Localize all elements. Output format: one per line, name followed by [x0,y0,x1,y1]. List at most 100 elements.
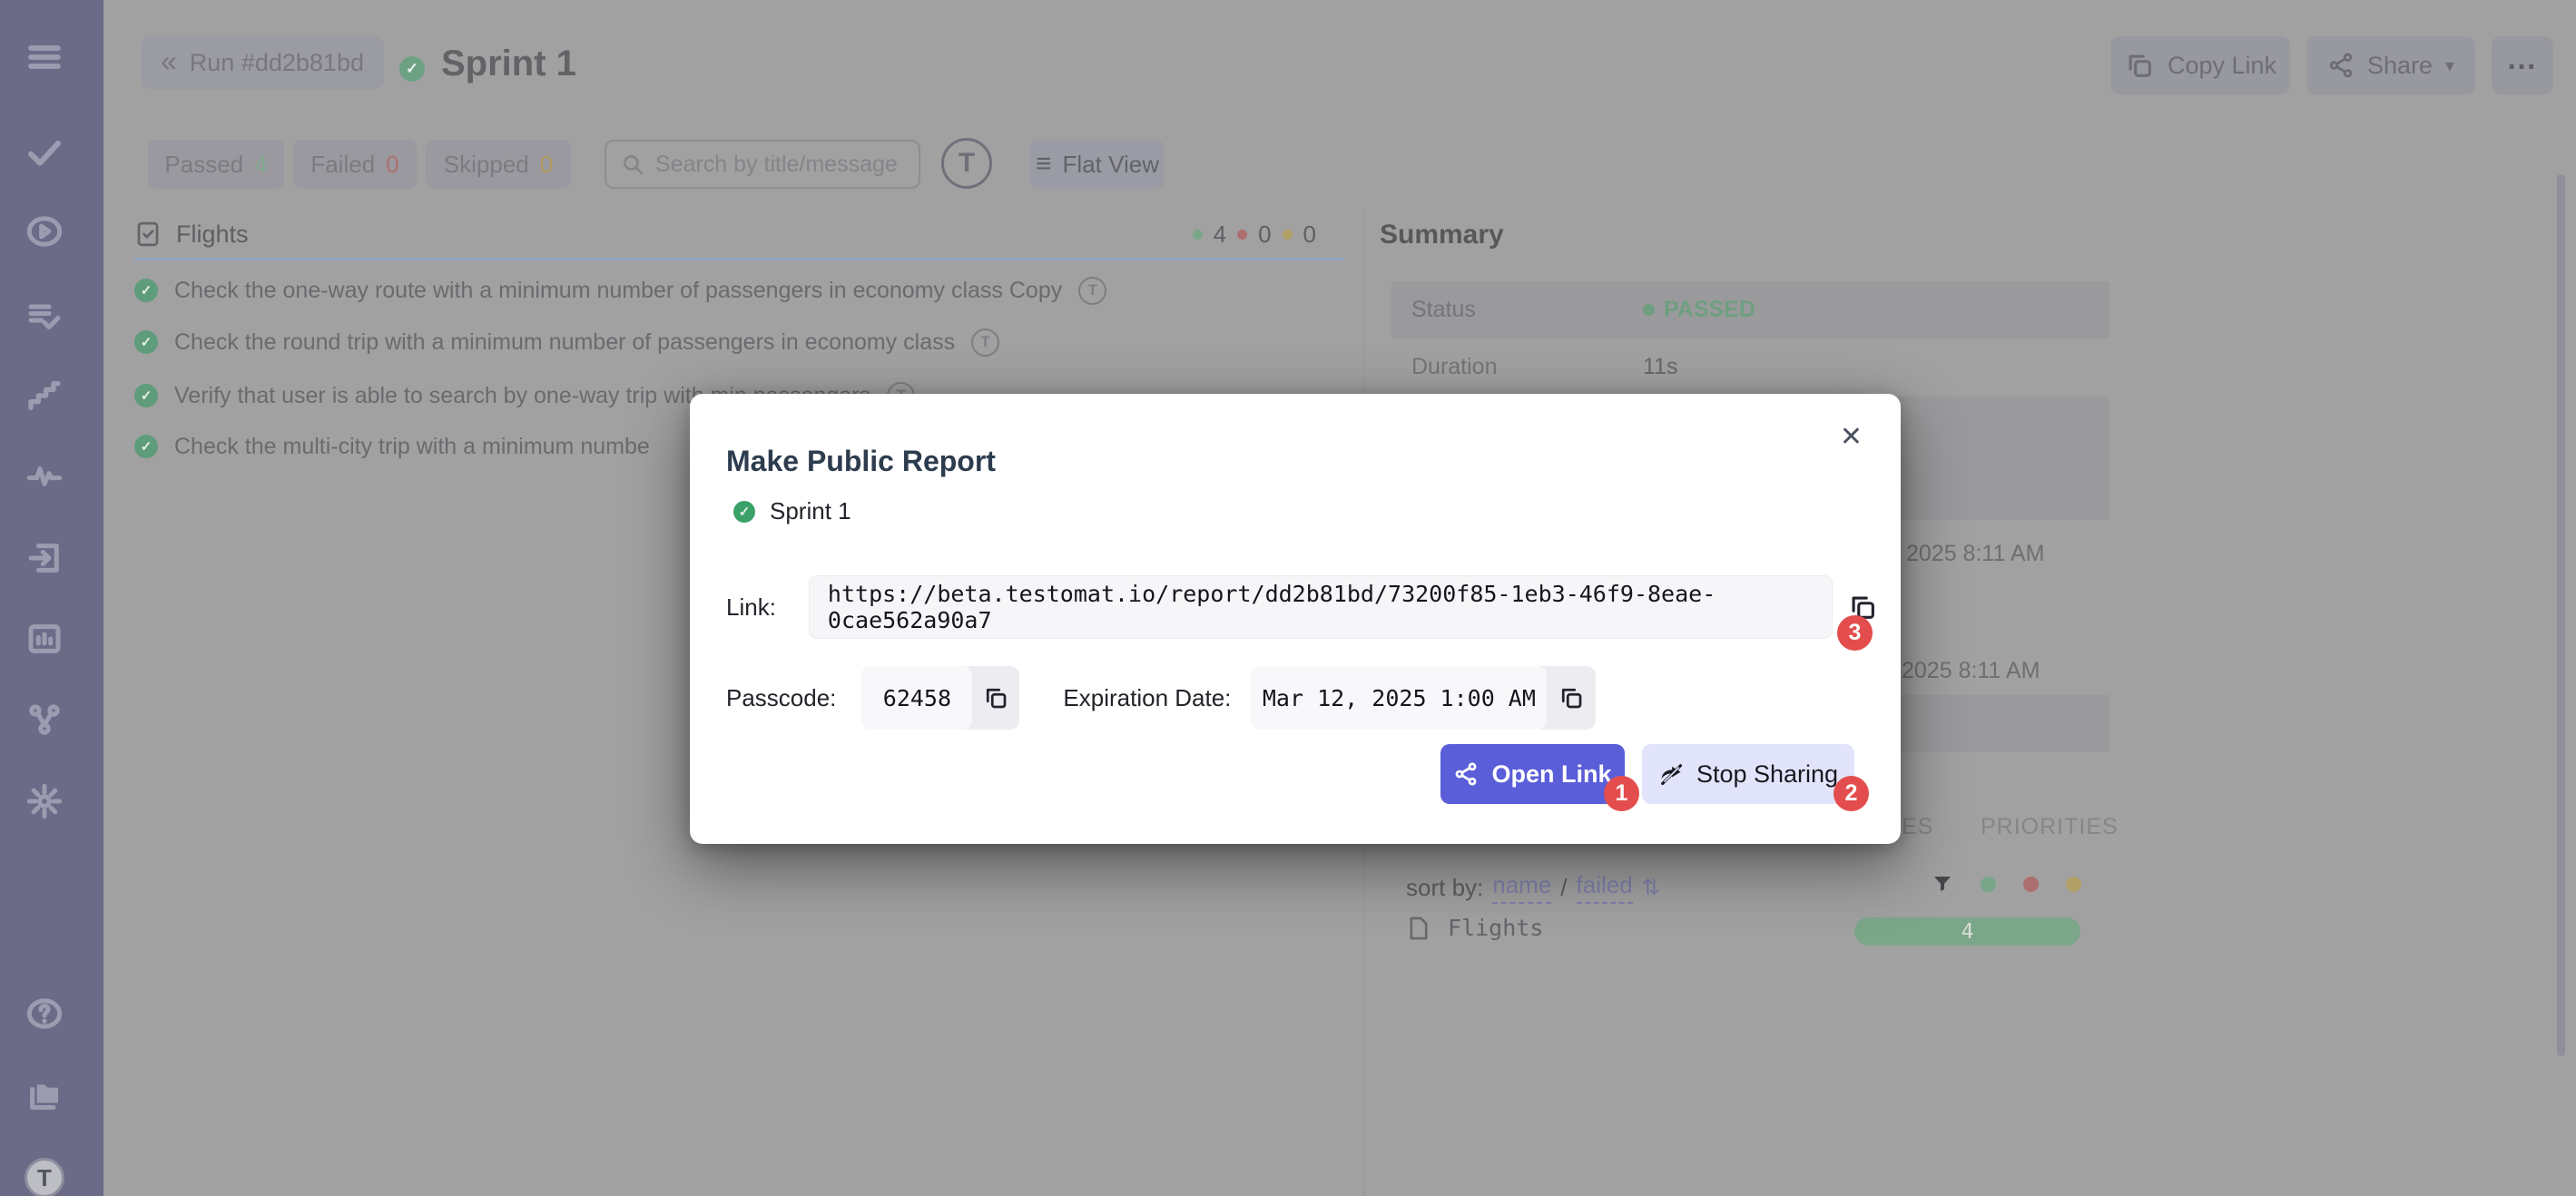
sort-separator: / [1560,874,1567,902]
analytics-suite-row[interactable]: Flights [1406,915,1543,941]
test-plans-icon[interactable] [25,296,64,336]
modal-run-name: Sprint 1 [770,497,851,525]
analytics-chart-icon[interactable] [25,619,64,659]
flat-view-button[interactable]: ≡ Flat View [1030,140,1165,189]
passcode-row: Passcode: 62458 Expiration Date: Mar 12,… [726,666,1596,730]
summary-label: Duration [1411,354,1643,380]
run-passed-check-icon: ✓ [733,501,755,523]
copy-link-button[interactable]: Copy Link [2110,36,2290,94]
search-icon [621,152,644,176]
status-dot-icon [1643,304,1655,316]
copy-icon [982,684,1009,711]
stop-sharing-button[interactable]: Stop Sharing 2 [1642,744,1854,804]
summary-title: Summary [1380,220,1504,250]
failed-dot-icon [1237,230,1247,240]
tests-check-icon[interactable] [25,132,64,172]
runs-play-icon[interactable] [25,211,64,251]
copy-expiration-button[interactable] [1547,684,1596,711]
tutorial-badge-1: 1 [1604,776,1639,811]
legend-passed-dot-icon[interactable] [1981,877,1996,892]
projects-folder-icon[interactable] [25,1075,64,1115]
modal-buttons-row: Open Link 1 Stop Sharing 2 [690,744,1901,804]
open-link-button[interactable]: Open Link 1 [1440,744,1625,804]
more-actions-button[interactable]: … [2492,36,2553,94]
copy-passcode-button[interactable] [972,684,1019,711]
filter-skipped-chip[interactable]: Skipped 0 [426,140,571,189]
close-icon[interactable]: ✕ [1840,421,1863,453]
legend-failed-dot-icon[interactable] [2023,877,2039,892]
tab-priorities[interactable]: PRIORITIES [1981,814,2119,840]
link-row: Link: https://beta.testomat.io/report/dd… [726,575,1878,639]
testomat-logo-icon[interactable]: T [25,1158,64,1196]
testomat-run-icon[interactable]: T [1078,277,1106,305]
sort-direction-icon[interactable]: ⇅ [1642,875,1660,901]
test-row[interactable]: ✓ Check the round trip with a minimum nu… [134,321,1296,363]
passed-label: Passed [164,151,243,179]
legend-skipped-dot-icon[interactable] [2066,877,2081,892]
test-passed-check-icon: ✓ [134,435,158,458]
branch-icon[interactable] [25,700,64,740]
copy-icon [2124,50,2155,81]
search-input[interactable] [655,152,900,178]
back-to-run-button[interactable]: « Run #dd2b81bd [141,36,384,89]
filter-funnel-icon[interactable] [1932,873,1953,895]
link-label: Link: [726,593,776,622]
test-row[interactable]: ✓ Check the one-way route with a minimum… [134,270,1296,311]
suite-row-flights[interactable]: Flights 4 0 0 [134,214,1345,254]
page-title: Sprint 1 [441,44,576,84]
suite-divider [134,258,1344,260]
filter-failed-chip[interactable]: Failed 0 [293,140,417,189]
sort-by-name-link[interactable]: name [1492,871,1551,904]
share-off-icon [1658,761,1684,787]
menu-icon[interactable] [25,37,64,77]
sort-by-failed-link[interactable]: failed [1577,871,1633,904]
caret-down-icon: ▾ [2445,54,2454,77]
tab-partial[interactable]: ES [1902,814,1933,840]
ellipsis-icon: … [2506,42,2539,77]
skipped-label: Skipped [444,151,529,179]
import-icon[interactable] [25,538,64,578]
share-nodes-icon [1453,761,1479,787]
copy-link-label: Copy Link [2168,52,2276,80]
scrollbar-thumb[interactable] [2557,174,2565,1056]
make-public-report-modal: ✕ Make Public Report ✓ Sprint 1 Link: ht… [690,394,1901,844]
analytics-suite-name: Flights [1448,915,1543,941]
run-passed-check-icon: ✓ [399,56,425,82]
pulse-activity-icon[interactable] [25,456,64,496]
passcode-value[interactable]: 62458 [861,666,972,730]
duration-value: 11s [1643,354,1677,380]
tutorial-badge-2: 2 [1834,776,1869,811]
test-title: Check the one-way route with a minimum n… [174,278,1062,304]
stop-sharing-label: Stop Sharing [1696,760,1838,789]
skipped-count: 0 [540,151,553,179]
test-title: Check the multi-city trip with a minimum… [174,434,650,460]
ai-testomat-toggle-icon[interactable]: T [941,138,992,189]
test-passed-check-icon: ✓ [134,384,158,407]
share-button[interactable]: Share ▾ [2306,36,2475,94]
test-title: Check the round trip with a minimum numb… [174,329,955,356]
help-icon[interactable] [25,994,64,1034]
flat-view-label: Flat View [1063,151,1159,179]
expiration-value[interactable]: Mar 12, 2025 1:00 AM [1251,666,1547,730]
copy-icon [1558,684,1585,711]
list-lines-icon: ≡ [1036,149,1052,180]
share-nodes-icon [2327,52,2355,79]
filter-passed-chip[interactable]: Passed 4 [148,140,284,189]
tutorial-badge-3: 3 [1837,615,1873,651]
failed-count: 0 [386,151,398,179]
milestones-steps-icon[interactable] [25,376,64,416]
passed-count: 4 [254,151,267,179]
back-button-label: Run #dd2b81bd [190,49,364,77]
analytics-passed-bar: 4 [1854,917,2080,946]
open-link-label: Open Link [1491,760,1611,789]
testomat-run-icon[interactable]: T [971,328,999,357]
suite-file-check-icon [134,221,162,248]
modal-title: Make Public Report [726,445,996,478]
search-box [605,140,920,189]
link-value-box[interactable]: https://beta.testomat.io/report/dd2b81bd… [809,575,1833,639]
summary-row-status: Status PASSED [1391,281,2109,338]
settings-gear-icon[interactable] [25,781,64,821]
expiration-box: Mar 12, 2025 1:00 AM [1251,666,1596,730]
suite-skipped-count: 0 [1303,221,1316,249]
summary-label: Status [1411,297,1643,323]
